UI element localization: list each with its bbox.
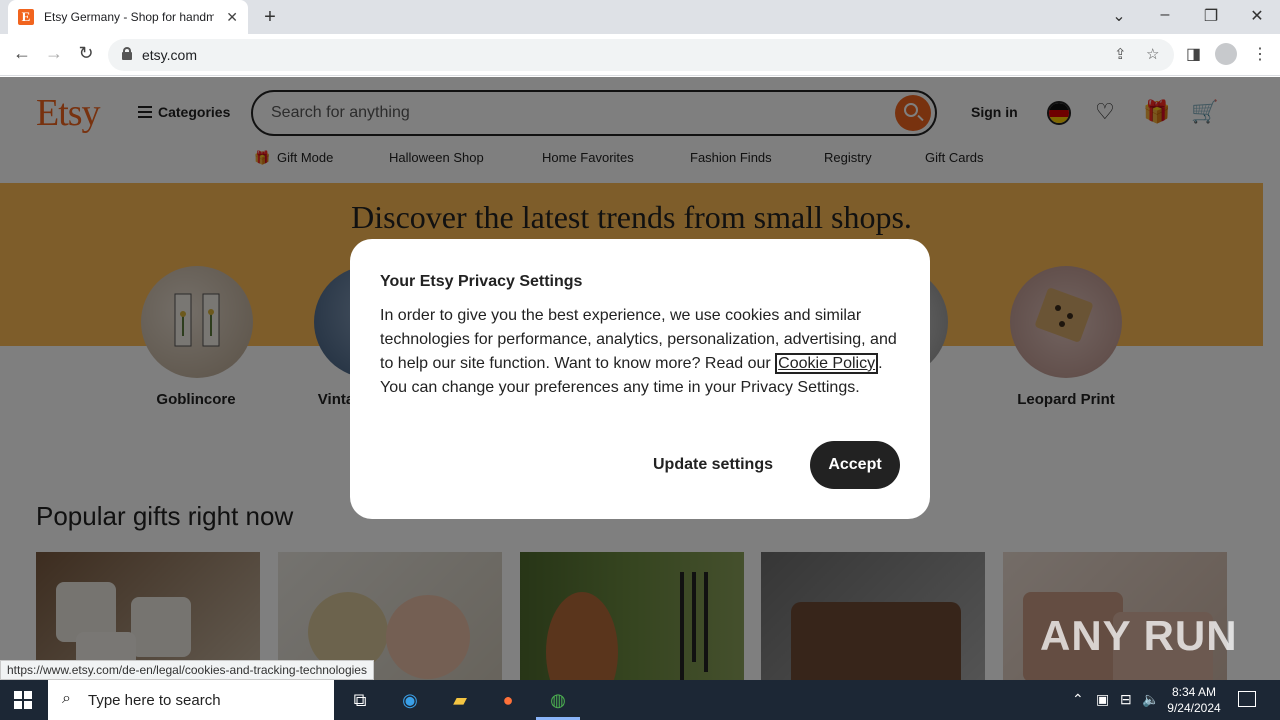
profile-avatar-icon[interactable]	[1215, 43, 1237, 65]
privacy-dialog-body: In order to give you the best experience…	[380, 304, 905, 400]
menu-kebab-icon[interactable]: ⋮	[1252, 44, 1268, 64]
restore-icon[interactable]: ❐	[1201, 6, 1221, 26]
file-explorer-icon[interactable]: ▰	[440, 686, 480, 714]
clock-date: 9/24/2024	[1167, 701, 1221, 715]
firefox-icon[interactable]: ●	[488, 686, 528, 714]
windows-start-icon[interactable]	[14, 691, 32, 709]
url-text: etsy.com	[142, 47, 197, 63]
taskbar-clock[interactable]: 8:34 AM 9/24/2024	[1162, 684, 1226, 716]
notification-icon[interactable]	[1238, 691, 1256, 707]
forward-icon[interactable]: →	[42, 43, 66, 64]
task-view-icon[interactable]: ⧉	[340, 686, 380, 714]
chrome-icon[interactable]: ◍	[538, 686, 578, 714]
tray-chevron-icon[interactable]: ⌃	[1072, 691, 1084, 708]
edge-icon[interactable]: ◉	[390, 686, 430, 714]
tray-device-icon[interactable]: ▣	[1096, 691, 1109, 708]
tab-search-icon[interactable]: ⌄	[1109, 6, 1129, 26]
side-panel-icon[interactable]: ◨	[1186, 44, 1201, 64]
status-bar-url: https://www.etsy.com/de-en/legal/cookies…	[0, 660, 374, 680]
etsy-favicon-icon: E	[18, 9, 34, 25]
taskbar-search-box[interactable]: ⌕ Type here to search	[48, 680, 334, 720]
privacy-settings-dialog: Your Etsy Privacy Settings In order to g…	[350, 239, 930, 519]
browser-toolbar: ← → ↻ etsy.com ⇪ ☆ ◨ ⋮	[0, 34, 1280, 76]
new-tab-button[interactable]: +	[260, 6, 280, 29]
bookmark-star-icon[interactable]: ☆	[1146, 45, 1159, 63]
minimize-icon[interactable]: –	[1155, 6, 1175, 24]
volume-icon[interactable]: 🔈	[1142, 691, 1159, 708]
share-icon[interactable]: ⇪	[1114, 45, 1127, 63]
browser-tab-strip: E Etsy Germany - Shop for handmade ✕ + ⌄…	[0, 0, 1280, 34]
clock-time: 8:34 AM	[1171, 685, 1217, 699]
tab-title: Etsy Germany - Shop for handmade	[44, 10, 214, 24]
close-window-icon[interactable]: ✕	[1247, 6, 1267, 26]
tab-close-icon[interactable]: ✕	[226, 9, 238, 26]
back-icon[interactable]: ←	[10, 43, 34, 64]
browser-tab[interactable]: E Etsy Germany - Shop for handmade ✕	[8, 0, 248, 34]
accept-button[interactable]: Accept	[810, 441, 900, 489]
windows-taskbar: ⌕ Type here to search ⧉ ◉ ▰ ● ◍ ⌃ ▣ ⊟ 🔈 …	[0, 680, 1280, 720]
taskbar-search-input[interactable]: Type here to search	[88, 692, 221, 709]
address-bar[interactable]: etsy.com ⇪ ☆	[108, 39, 1174, 71]
cookie-policy-link[interactable]: Cookie Policy	[775, 353, 879, 374]
update-settings-button[interactable]: Update settings	[638, 441, 788, 489]
network-icon[interactable]: ⊟	[1120, 691, 1132, 708]
anyrun-watermark: ANY RUN	[1040, 612, 1238, 659]
taskbar-search-icon: ⌕	[62, 690, 71, 707]
lock-icon	[122, 47, 132, 60]
privacy-dialog-title: Your Etsy Privacy Settings	[380, 273, 583, 290]
reload-icon[interactable]: ↻	[74, 43, 98, 64]
